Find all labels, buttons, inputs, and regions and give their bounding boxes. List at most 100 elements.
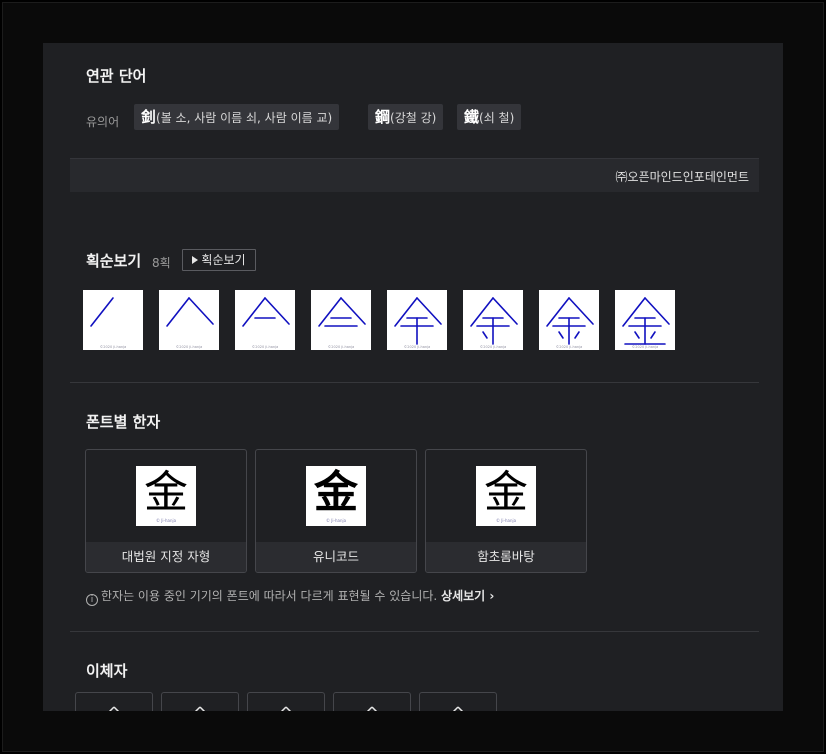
section-divider [70,382,759,383]
synonym-chip-3[interactable]: 鐵(쇠 철) [457,104,522,130]
font-watermark: © Ji-hanja [325,518,347,523]
section-divider [70,631,759,632]
info-icon: i [86,594,98,606]
stroke-path-1 [470,297,494,327]
stroke-watermark: ©2020 ji-hanja [176,345,202,349]
stroke-frame-3: ©2020 ji-hanja [235,290,295,350]
stroke-frame-svg: ©2020 ji-hanja [90,297,126,349]
font-glyph-image: 金 © Ji-hanja [476,466,536,526]
variant-card-2[interactable] [161,692,239,711]
stroke-watermark: ©2020 ji-hanja [556,345,582,349]
font-notice: i 한자는 이용 중인 기기의 폰트에 따라서 다르게 표현될 수 있습니다. 상… [86,587,494,606]
variant-glyph-top [194,706,206,711]
font-glyph: 金 [314,467,358,518]
font-watermark: © Ji-hanja [495,518,517,523]
stroke-path-6 [482,331,488,339]
stroke-watermark: ©2020 ji-hanja [632,345,658,349]
font-card-unicode[interactable]: 金 © Ji-hanja 유니코드 [255,449,417,573]
variants-title: 이체자 [86,662,128,680]
variant-glyph-top [108,706,120,711]
stroke-path-1 [622,297,646,327]
synonym-hanja: 鐵 [464,108,480,126]
stroke-path-2 [644,297,670,325]
stroke-order-button-label: 획순보기 [201,253,246,267]
stroke-watermark: ©2020 ji-hanja [328,345,354,349]
font-card-hamchorom[interactable]: 金 © Ji-hanja 함초롬바탕 [425,449,587,573]
stroke-frame-svg: ©2020 ji-hanja [470,297,518,349]
content-panel: 연관 단어 유의어 釗(볼 소, 사람 이름 쇠, 사람 이름 교) 鋼(강철 … [43,43,783,711]
stroke-frame-svg: ©2020 ji-hanja [394,297,442,349]
stroke-frame-svg: ©2020 ji-hanja [166,297,214,349]
synonym-hanja: 釗 [141,108,157,126]
credit-bar: ㈜오픈마인드인포테인먼트 [70,158,759,192]
stroke-frame-8: ©2020 ji-hanja [615,290,675,350]
stroke-frame-2: ©2020 ji-hanja [159,290,219,350]
font-glyph: 金 [144,467,188,518]
stroke-path-1 [394,297,418,327]
font-glyph-image: 金 © Ji-hanja [306,466,366,526]
variant-card-3[interactable] [247,692,325,711]
stroke-watermark: ©2020 ji-hanja [480,345,506,349]
variant-glyph-top [366,706,378,711]
stroke-path-2 [188,297,214,325]
font-hanja-title: 폰트별 한자 [86,413,161,431]
font-card-caption: 유니코드 [256,542,416,572]
stroke-order-play-button[interactable]: 획순보기 [182,249,256,271]
font-glyph-image: 金 © Ji-hanja [136,466,196,526]
font-glyph: 金 [484,468,528,517]
variant-stroke [366,706,378,711]
synonym-chip-1[interactable]: 釗(볼 소, 사람 이름 쇠, 사람 이름 교) [134,104,340,130]
stroke-frame-5: ©2020 ji-hanja [387,290,447,350]
font-card-court[interactable]: 金 © Ji-hanja 대법원 지정 자형 [85,449,247,573]
font-watermark: © Ji-hanja [155,518,177,523]
stroke-order-title: 획순보기 [86,252,142,270]
synonym-chip-2[interactable]: 鋼(강철 강) [368,104,444,130]
stroke-path-2 [416,297,442,325]
variant-stroke [194,706,206,711]
synonym-reading: (강철 강) [390,111,437,125]
variant-card-1[interactable] [75,692,153,711]
synonym-hanja: 鋼 [375,108,391,126]
variant-card-4[interactable] [333,692,411,711]
stroke-frame-svg: ©2020 ji-hanja [318,297,366,349]
variant-stroke [452,706,464,711]
chevron-right-icon: › [489,589,495,603]
stroke-watermark: ©2020 ji-hanja [404,345,430,349]
stroke-path-6 [558,331,564,339]
font-card-caption: 대법원 지정 자형 [86,542,246,572]
stroke-path-1 [546,297,570,327]
stroke-frame-4: ©2020 ji-hanja [311,290,371,350]
stroke-path-2 [264,297,290,325]
stroke-path-2 [568,297,594,325]
stroke-path-7 [650,331,656,339]
play-icon [192,256,199,264]
detail-link[interactable]: 상세보기 › [441,589,494,603]
font-card-caption: 함초롬바탕 [426,542,586,572]
stroke-frame-7: ©2020 ji-hanja [539,290,599,350]
synonym-reading: (볼 소, 사람 이름 쇠, 사람 이름 교) [156,111,333,125]
stroke-frame-svg: ©2020 ji-hanja [242,297,290,349]
stroke-frame-svg: ©2020 ji-hanja [622,297,670,349]
font-notice-text: 한자는 이용 중인 기기의 폰트에 따라서 다르게 표현될 수 있습니다. [101,589,438,603]
variant-stroke [108,706,120,711]
stroke-path-1 [90,297,114,327]
stroke-path-2 [340,297,366,325]
stroke-frame-6: ©2020 ji-hanja [463,290,523,350]
synonym-label: 유의어 [86,115,120,129]
stroke-watermark: ©2020 ji-hanja [252,345,278,349]
stroke-path-7 [574,331,580,339]
related-words-title: 연관 단어 [86,67,147,85]
stroke-count: 8획 [152,256,171,270]
stroke-path-1 [166,297,190,327]
variant-card-5[interactable] [419,692,497,711]
detail-link-label: 상세보기 [441,589,486,603]
synonym-reading: (쇠 철) [479,111,515,125]
credit-text: ㈜오픈마인드인포테인먼트 [615,170,749,184]
stroke-frame-1: ©2020 ji-hanja [83,290,143,350]
stroke-path-1 [242,297,266,327]
stroke-path-2 [492,297,518,325]
stroke-watermark: ©2020 ji-hanja [100,345,126,349]
stroke-path-6 [634,331,640,339]
variant-glyph-top [452,706,464,711]
stroke-frame-svg: ©2020 ji-hanja [546,297,594,349]
